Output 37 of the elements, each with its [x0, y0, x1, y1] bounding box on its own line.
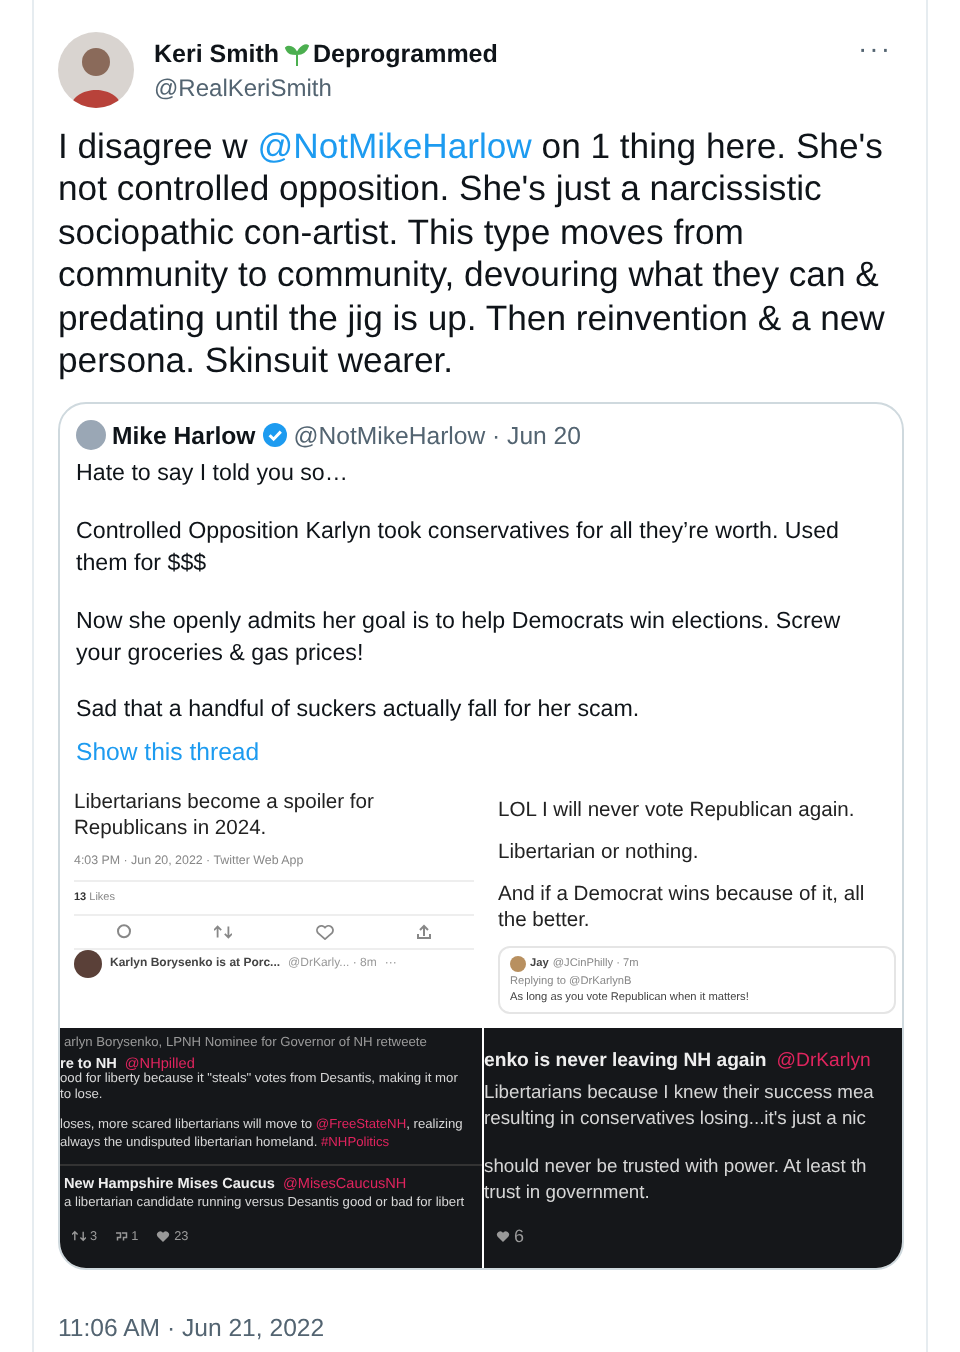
more-button[interactable]: ··· — [858, 32, 892, 64]
screenshot-tweet-text: Libertarians become a spoiler for Republicans in 2024. — [74, 789, 376, 842]
retweet-icon — [72, 1230, 86, 1243]
heart-icon — [156, 1230, 171, 1243]
quoted-avatar — [76, 420, 106, 451]
quoted-text: Now she openly admits her goal is to help Democrats win elections. Screw your groceries & gas prices! — [76, 605, 843, 671]
screenshot-tweet-text: should never be trusted with power. At least th — [484, 1151, 869, 1179]
screenshot-tweet-text: Libertarian or nothing. — [498, 839, 701, 866]
quoted-avatar — [510, 955, 526, 972]
screenshot-tweet-text: resulting in conservatives losing...it's just a nic — [484, 1104, 868, 1132]
author-name[interactable]: Keri Smith — [154, 40, 280, 68]
quote-icon — [115, 1230, 128, 1243]
author-handle[interactable]: @RealKeriSmith — [154, 74, 838, 102]
tweet-text: I disagree w @NotMikeHarlow on 1 thing here. She's not controlled opposition. She's just a narcissistic sociopathic con-artist. This type moves from community to community, devouring what they can & predating until the jig is up. Then reinvention & a new persona. Skinsuit wearer. — [58, 126, 887, 383]
heart-icon — [315, 923, 334, 940]
tweet-timestamp[interactable]: 11:06 AM · Jun 21, 2022 — [58, 1313, 904, 1342]
screenshot-tweet-text: trust in government. — [484, 1178, 652, 1206]
screenshot-tweet-text: LOL I will never vote Republican again. — [498, 797, 857, 824]
quoted-text: Hate to say I told you so… — [76, 458, 350, 491]
share-icon — [416, 923, 433, 940]
screenshot-author-name: enko is never leaving NH again — [484, 1049, 767, 1072]
sprout-icon — [283, 42, 310, 66]
screenshot-tweet-text: Libertarians because I knew their success mea — [484, 1077, 876, 1105]
heart-icon — [496, 1229, 510, 1242]
quoted-text: Sad that a handful of suckers actually fall for her scam. — [76, 694, 642, 727]
retweet-icon — [214, 923, 233, 940]
reply-avatar — [74, 949, 102, 978]
avatar — [58, 32, 134, 108]
quoted-author-name: Mike Harlow — [112, 421, 256, 450]
quoted-text: Controlled Opposition Karlyn took conservatives for all they’re worth. Used them for $$$ — [76, 515, 841, 581]
quoted-tweet[interactable] — [58, 402, 904, 1270]
screenshot-author-handle: @DrKarlyn — [776, 1049, 871, 1072]
author-name-suffix: Deprogrammed — [313, 40, 498, 68]
quoted-handle-date: @NotMikeHarlow · Jun 20 — [293, 421, 581, 450]
reply-icon — [115, 923, 132, 940]
stat-count: 6 — [514, 1225, 525, 1246]
screenshot-tweet-text: And if a Democrat wins because of it, all the better. — [498, 881, 867, 934]
